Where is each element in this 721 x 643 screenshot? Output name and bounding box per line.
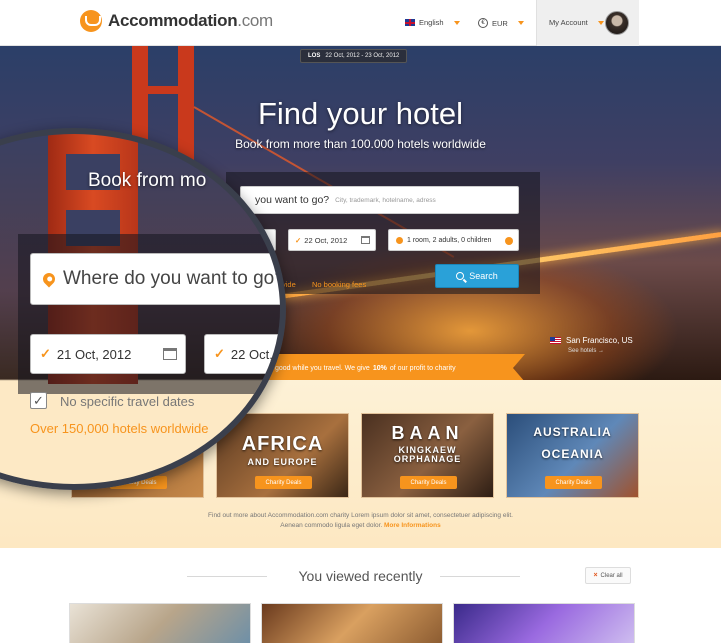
- charity-ribbon: good while you travel. We give 10% of our …: [245, 354, 525, 380]
- language-selector[interactable]: English: [405, 18, 460, 27]
- subtitle-zoom: Book from mo: [88, 170, 207, 191]
- search-icon: [456, 272, 465, 280]
- person-icon: [396, 236, 403, 244]
- language-label: English: [419, 18, 444, 27]
- logo-text: Accommodation.com: [108, 11, 273, 30]
- recently-viewed-section: You viewed recently × Clear all: [0, 548, 721, 643]
- uk-flag-icon: [405, 19, 415, 26]
- logo[interactable]: Accommodation.com: [80, 10, 273, 32]
- destination-input[interactable]: you want to go? City, trademark, hotelna…: [240, 186, 519, 214]
- recent-hotel-thumbnail[interactable]: [69, 603, 251, 643]
- chevron-down-icon: [597, 20, 604, 25]
- logo-icon: [80, 10, 102, 32]
- calendar-icon: [361, 236, 370, 244]
- charity-card-subtitle: KINGKAEW ORPHANAGE: [393, 445, 462, 465]
- close-icon: ×: [593, 572, 598, 579]
- bridge-crossbeam: [132, 86, 194, 94]
- no-booking-fees-link[interactable]: No booking fees: [312, 280, 366, 289]
- checkout-field[interactable]: ✓ 22 Oct, 2012: [288, 229, 376, 251]
- top-header: Accommodation.com English € EUR My Accou…: [0, 0, 721, 46]
- destination-placeholder: City, trademark, hotelname, adress: [335, 196, 436, 204]
- currency-label: EUR: [492, 18, 508, 28]
- account-toggle[interactable]: My Account: [549, 18, 604, 27]
- recent-hotel-thumbnail[interactable]: [453, 603, 635, 643]
- charity-deals-button[interactable]: Charity Deals: [545, 476, 602, 489]
- no-specific-dates-checkbox[interactable]: ✓: [30, 392, 47, 409]
- charity-deals-button[interactable]: Charity Deals: [400, 476, 457, 489]
- charity-deals-button[interactable]: Charity Deals: [255, 476, 312, 489]
- charity-card-title: BAAN: [391, 423, 464, 443]
- search-button[interactable]: Search: [435, 264, 519, 288]
- check-icon: ✓: [214, 346, 225, 361]
- currency-selector[interactable]: € EUR: [478, 18, 524, 28]
- add-icon: [505, 237, 513, 245]
- charity-card-australia[interactable]: AUSTRALIA OCEANIA Charity Deals: [506, 413, 639, 498]
- hero-title: Find your hotel: [257, 96, 464, 131]
- charity-card-subtitle: AND EUROPE: [247, 457, 318, 467]
- avatar[interactable]: [605, 11, 629, 35]
- recent-search-pill[interactable]: LOS 22 Oct, 2012 - 23 Oct, 2012: [300, 49, 408, 63]
- clear-all-button[interactable]: × Clear all: [585, 567, 631, 584]
- check-icon: ✓: [40, 346, 51, 361]
- account-label: My Account: [549, 18, 588, 27]
- page: Accommodation.com English € EUR My Accou…: [0, 0, 721, 643]
- chevron-down-icon: [453, 20, 460, 25]
- charity-description: Find out more about Accommodation.com ch…: [208, 512, 513, 529]
- recent-hotel-thumbnail[interactable]: [261, 603, 443, 643]
- us-flag-icon: [550, 337, 561, 344]
- euro-icon: €: [478, 18, 488, 28]
- hotels-count-label: Over 150,000 hotels worldwide: [30, 421, 209, 436]
- calendar-icon: [163, 348, 177, 360]
- charity-card-subtitle: OCEANIA: [541, 447, 604, 461]
- see-hotels-link[interactable]: See hotels →: [568, 348, 604, 354]
- checkout-field-zoom[interactable]: ✓ 22 Oct, 2: [204, 334, 280, 374]
- account-menu[interactable]: My Account: [536, 0, 639, 46]
- more-informations-link[interactable]: More Informations: [384, 522, 441, 529]
- location-label: San Francisco, US: [550, 336, 633, 345]
- checkin-field-zoom[interactable]: ✓ 21 Oct, 2012: [30, 334, 186, 374]
- check-icon: ✓: [295, 235, 302, 245]
- charity-card-title: AUSTRALIA: [533, 425, 612, 439]
- charity-card-baan[interactable]: BAAN KINGKAEW ORPHANAGE Charity Deals: [361, 413, 494, 498]
- no-specific-dates-label: No specific travel dates: [60, 394, 195, 409]
- charity-card-title: AFRICA: [241, 433, 324, 455]
- destination-input-zoom[interactable]: Where do you want to go?: [30, 253, 280, 305]
- location-pin-icon: [40, 270, 58, 288]
- guests-selector[interactable]: 1 room, 2 adults, 0 children: [388, 229, 519, 251]
- chevron-down-icon: [517, 21, 524, 25]
